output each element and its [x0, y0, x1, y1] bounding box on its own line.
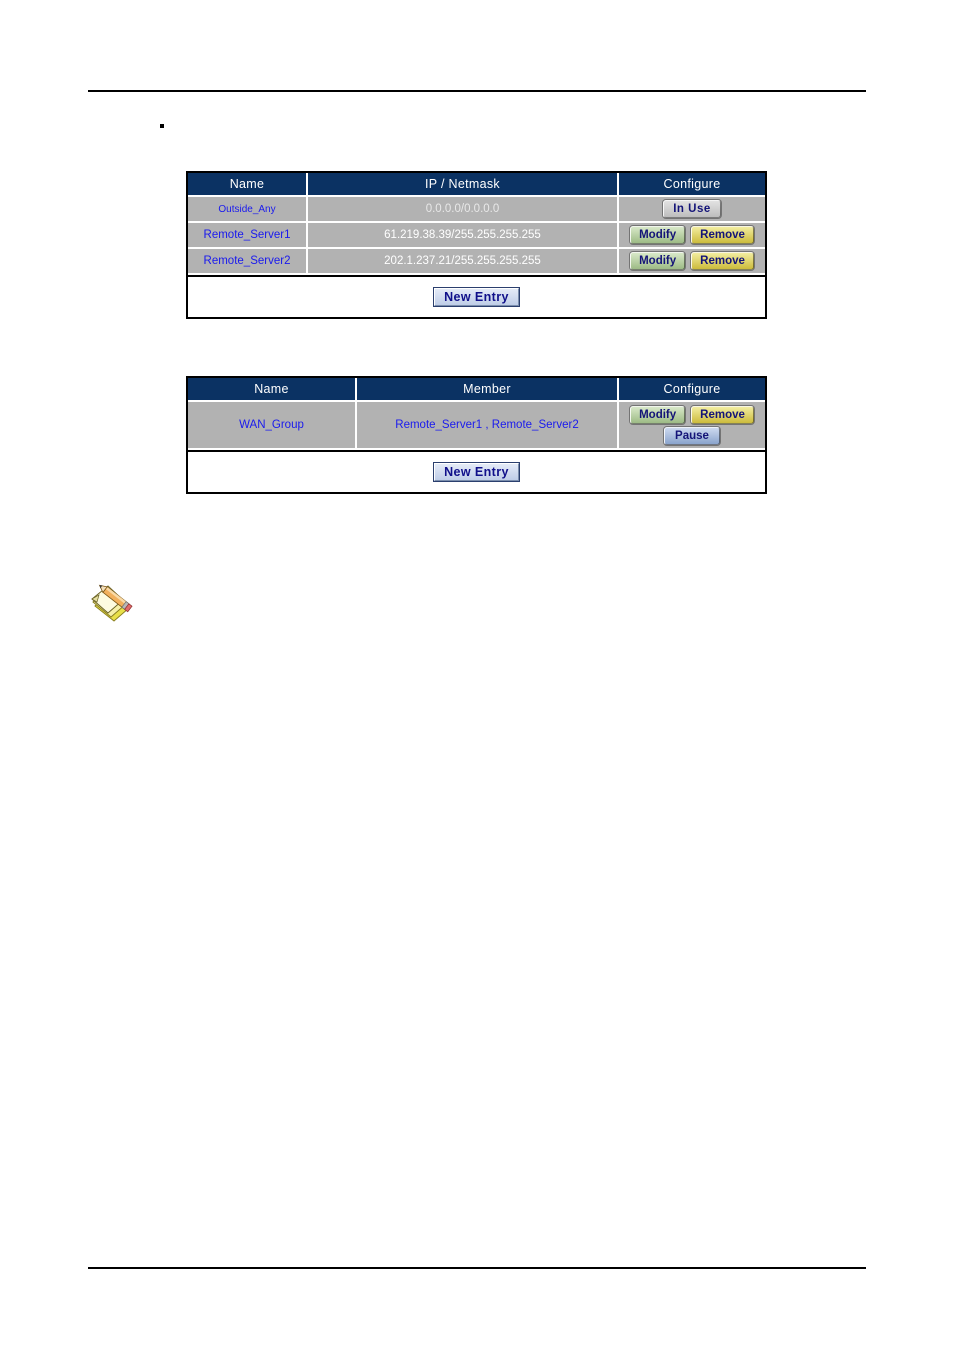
address-ip-netmask-cell: 0.0.0.0/0.0.0.0 — [308, 197, 619, 221]
address-ip-netmask-cell: 61.219.38.39/255.255.255.255 — [308, 223, 619, 247]
in-use-button[interactable]: In Use — [663, 200, 721, 218]
group-member-cell: Remote_Server1 , Remote_Server2 — [357, 402, 619, 448]
address-ip-netmask-value: 0.0.0.0/0.0.0.0 — [425, 203, 500, 215]
new-entry-button[interactable]: New Entry — [434, 463, 519, 481]
address-name-link[interactable]: Remote_Server1 — [204, 229, 291, 241]
column-header-name: Name — [188, 378, 357, 400]
bullet-dot-icon — [160, 124, 164, 128]
table-row: Remote_Server1 61.219.38.39/255.255.255.… — [188, 223, 765, 249]
table-row: Outside_Any 0.0.0.0/0.0.0.0 In Use — [188, 197, 765, 223]
address-configure-cell: Modify Remove — [619, 223, 765, 247]
address-name-link[interactable]: Remote_Server2 — [204, 255, 291, 267]
column-header-name: Name — [188, 173, 308, 195]
remove-button[interactable]: Remove — [691, 226, 754, 244]
address-configure-cell: In Use — [619, 197, 765, 221]
modify-button[interactable]: Modify — [630, 252, 686, 270]
note-pencil-icon — [88, 580, 134, 624]
address-ip-netmask-value: 202.1.237.21/255.255.255.255 — [384, 255, 541, 267]
address-table-header-row: Name IP / Netmask Configure — [188, 173, 765, 197]
group-name-link[interactable]: WAN_Group — [239, 419, 304, 431]
address-table-new-entry-row: New Entry — [188, 275, 765, 317]
configure-button-group: Modify Remove — [630, 252, 754, 270]
modify-button[interactable]: Modify — [630, 226, 686, 244]
group-member-link[interactable]: Remote_Server1 , Remote_Server2 — [395, 419, 578, 431]
column-header-member: Member — [357, 378, 619, 400]
remove-button[interactable]: Remove — [691, 405, 754, 424]
modify-button[interactable]: Modify — [630, 405, 686, 424]
table-row: WAN_Group Remote_Server1 , Remote_Server… — [188, 402, 765, 450]
new-entry-button[interactable]: New Entry — [434, 288, 519, 306]
bullet-list-item — [160, 124, 170, 128]
page-footer-rule — [88, 1267, 866, 1269]
column-header-ip-netmask: IP / Netmask — [308, 173, 619, 195]
address-name-cell: Remote_Server2 — [188, 249, 308, 273]
address-table: Name IP / Netmask Configure Outside_Any … — [186, 171, 767, 319]
remove-button[interactable]: Remove — [691, 252, 754, 270]
address-group-table: Name Member Configure WAN_Group Remote_S… — [186, 376, 767, 494]
configure-button-group: Modify Remove Pause — [630, 405, 754, 445]
pause-button[interactable]: Pause — [664, 426, 720, 445]
column-header-configure: Configure — [663, 382, 721, 396]
configure-button-group: Modify Remove — [630, 226, 754, 244]
column-header-configure: Configure — [663, 177, 721, 191]
group-configure-cell: Modify Remove Pause — [619, 402, 765, 448]
group-name-cell: WAN_Group — [188, 402, 357, 448]
table-row: Remote_Server2 202.1.237.21/255.255.255.… — [188, 249, 765, 275]
group-table-new-entry-row: New Entry — [188, 450, 765, 492]
address-name-cell: Outside_Any — [188, 197, 308, 221]
address-ip-netmask-value: 61.219.38.39/255.255.255.255 — [384, 229, 541, 241]
configure-button-group: In Use — [663, 200, 721, 218]
address-ip-netmask-cell: 202.1.237.21/255.255.255.255 — [308, 249, 619, 273]
configure-button-row: Modify Remove — [630, 405, 754, 424]
address-configure-cell: Modify Remove — [619, 249, 765, 273]
page-header-rule — [88, 90, 866, 92]
address-name-cell: Remote_Server1 — [188, 223, 308, 247]
group-table-header-row: Name Member Configure — [188, 378, 765, 402]
address-name-link[interactable]: Outside_Any — [218, 204, 275, 215]
